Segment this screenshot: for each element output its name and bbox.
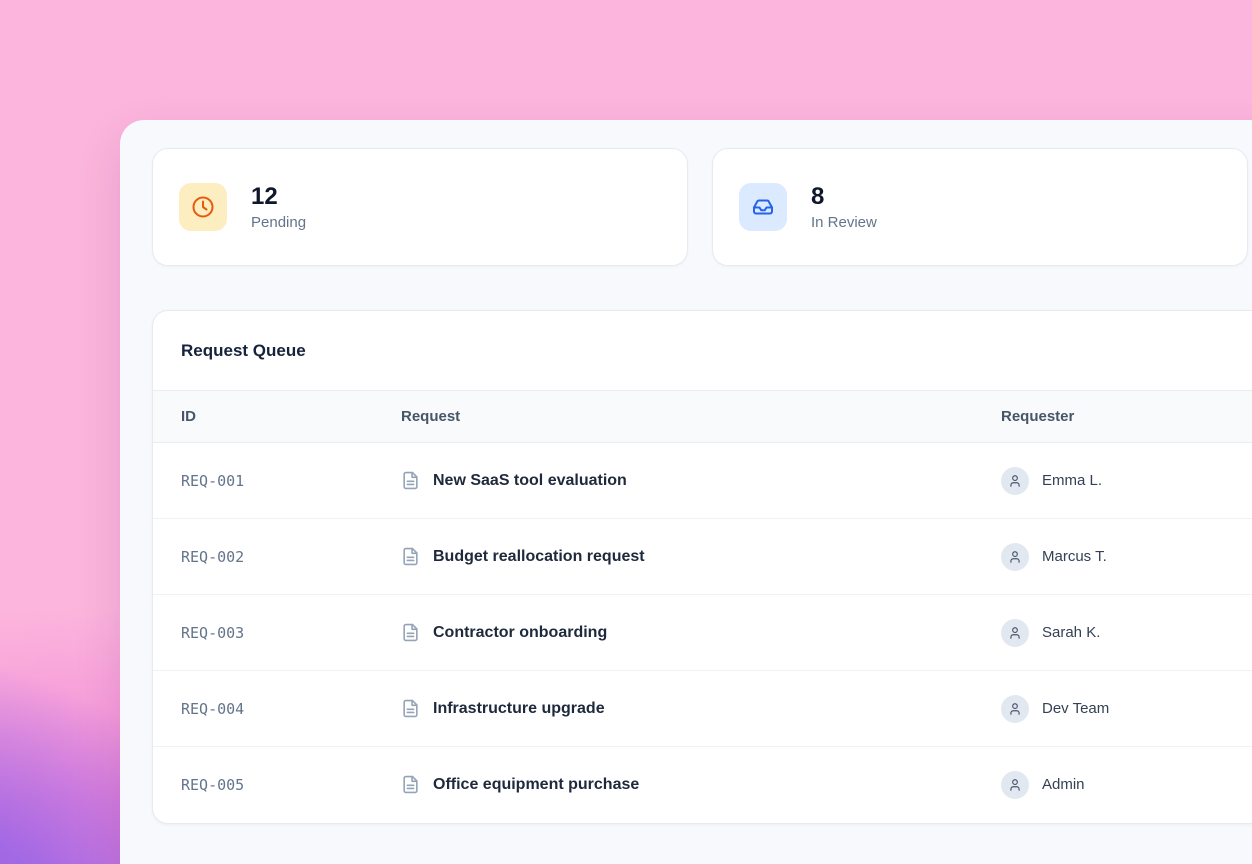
clock-icon — [179, 183, 227, 231]
request-id: REQ-003 — [153, 595, 373, 671]
request-title: Contractor onboarding — [433, 624, 607, 642]
requester-name: Sarah K. — [1042, 624, 1100, 641]
requester-name: Admin — [1042, 776, 1085, 793]
requester-name: Dev Team — [1042, 700, 1109, 717]
request-id: REQ-005 — [153, 747, 373, 823]
stat-text: 8 In Review — [811, 183, 877, 231]
request-title: Office equipment purchase — [433, 776, 639, 794]
file-text-icon — [401, 699, 420, 718]
requester-name: Marcus T. — [1042, 548, 1107, 565]
request-table: ID Request Requester REQ-001 New SaaS to… — [153, 390, 1252, 823]
avatar — [1001, 467, 1029, 495]
file-text-icon — [401, 547, 420, 566]
table-header-row: ID Request Requester — [153, 391, 1252, 443]
table-row[interactable]: REQ-002 Budget reallocation request — [153, 519, 1252, 595]
inbox-icon — [739, 183, 787, 231]
request-queue-card: Request Queue ID Request Requester REQ-0… — [152, 310, 1252, 824]
table-row[interactable]: REQ-004 Infrastructure upgrade — [153, 671, 1252, 747]
request-title: New SaaS tool evaluation — [433, 472, 627, 490]
file-text-icon — [401, 623, 420, 642]
stats-grid: 12 Pending 8 In Review — [152, 148, 1252, 266]
avatar — [1001, 695, 1029, 723]
file-text-icon — [401, 471, 420, 490]
stat-card-pending: 12 Pending — [152, 148, 688, 266]
request-id: REQ-002 — [153, 519, 373, 595]
app-background: { "stats": [ { "value": "12", "label": "… — [0, 0, 1252, 864]
stat-label-pending: Pending — [251, 214, 306, 231]
stat-text: 12 Pending — [251, 183, 306, 231]
request-id: REQ-004 — [153, 671, 373, 747]
column-header-requester: Requester — [973, 391, 1252, 443]
stat-label-in-review: In Review — [811, 214, 877, 231]
stat-value-in-review: 8 — [811, 183, 877, 211]
column-header-request: Request — [373, 391, 973, 443]
file-text-icon — [401, 775, 420, 794]
stat-card-in-review: 8 In Review — [712, 148, 1248, 266]
page-title: Request Queue — [153, 311, 1252, 390]
table-row[interactable]: REQ-003 Contractor onboarding — [153, 595, 1252, 671]
request-title: Budget reallocation request — [433, 548, 645, 566]
request-id: REQ-001 — [153, 443, 373, 519]
avatar — [1001, 771, 1029, 799]
request-title: Infrastructure upgrade — [433, 700, 605, 718]
main-panel: 12 Pending 8 In Review Request Queue — [120, 120, 1252, 864]
avatar — [1001, 619, 1029, 647]
table-row[interactable]: REQ-001 New SaaS tool evaluation — [153, 443, 1252, 519]
stat-value-pending: 12 — [251, 183, 306, 211]
avatar — [1001, 543, 1029, 571]
table-row[interactable]: REQ-005 Office equipment purchase — [153, 747, 1252, 823]
column-header-id: ID — [153, 391, 373, 443]
requester-name: Emma L. — [1042, 472, 1102, 489]
